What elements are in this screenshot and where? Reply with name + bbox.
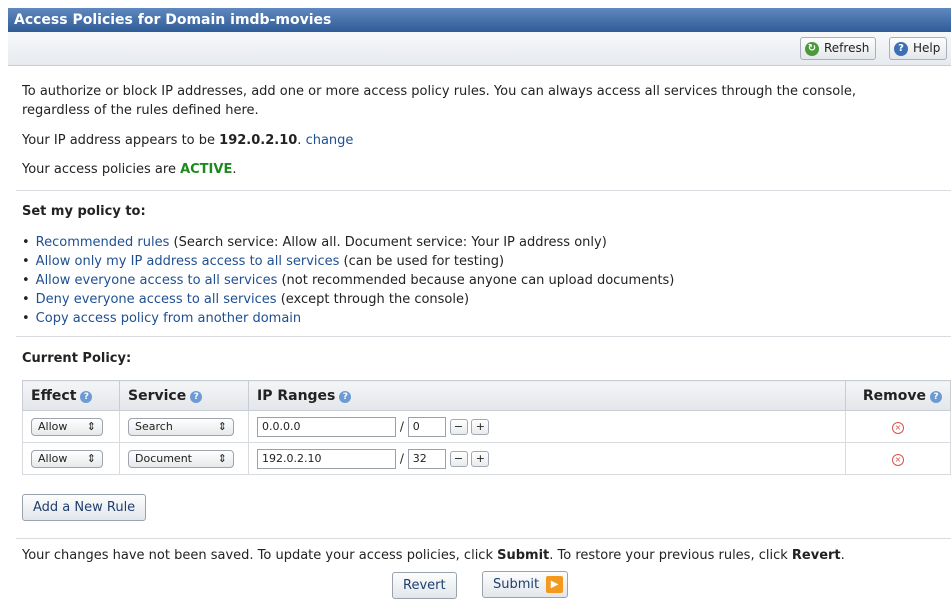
info-icon[interactable]: ?: [80, 390, 93, 403]
note-text: . To restore your previous rules, click: [549, 548, 792, 563]
column-header-ip-ranges: IP Ranges?: [248, 380, 846, 411]
policy-option-link[interactable]: Allow only my IP address access to all s…: [36, 254, 340, 269]
effect-select[interactable]: Allow ⇕: [31, 417, 103, 436]
policy-option-link[interactable]: Allow everyone access to all services: [36, 273, 278, 288]
ip-suffix: .: [297, 133, 302, 148]
submit-button[interactable]: Submit ▶: [482, 571, 569, 598]
increment-button[interactable]: +: [471, 418, 490, 435]
slash-separator: /: [399, 451, 404, 465]
service-select[interactable]: Search ⇕: [128, 417, 234, 436]
ip-address-input[interactable]: 0.0.0.0: [257, 416, 396, 437]
help-label: Help: [913, 41, 941, 55]
select-arrows-icon: ⇕: [86, 452, 96, 465]
effect-select[interactable]: Allow ⇕: [31, 449, 103, 468]
revert-button[interactable]: Revert: [392, 572, 457, 599]
divider: [16, 336, 951, 337]
note-submit-word: Submit: [497, 548, 550, 563]
current-policy-heading: Current Policy:: [22, 351, 132, 366]
refresh-icon: ↻: [805, 41, 819, 56]
remove-icon[interactable]: ×: [892, 454, 904, 466]
ip-line: Your IP address appears to be 192.0.2.10…: [22, 133, 353, 148]
select-arrows-icon: ⇕: [86, 420, 96, 433]
status-suffix: .: [232, 162, 237, 177]
divider: [16, 538, 951, 539]
window-title: Access Policies for Domain imdb-movies: [8, 8, 951, 32]
policy-option-link[interactable]: Deny everyone access to all services: [36, 292, 277, 307]
status-line: Your access policies are ACTIVE.: [22, 162, 236, 177]
divider: [16, 190, 951, 191]
info-icon[interactable]: ?: [339, 390, 352, 403]
increment-button[interactable]: +: [471, 450, 490, 467]
policy-options-heading: Set my policy to:: [22, 204, 146, 219]
decrement-button[interactable]: −: [449, 418, 468, 435]
add-rule-button[interactable]: Add a New Rule: [22, 494, 147, 521]
change-ip-link[interactable]: change: [306, 133, 354, 148]
slash-separator: /: [399, 419, 404, 433]
select-arrows-icon: ⇕: [217, 420, 227, 433]
decrement-button[interactable]: −: [449, 450, 468, 467]
policy-option: Recommended rules (Search service: Allow…: [22, 233, 674, 252]
column-header-service: Service?: [119, 380, 249, 411]
note-revert-word: Revert: [791, 548, 841, 563]
info-icon[interactable]: ?: [190, 390, 203, 403]
note-text: Your changes have not been saved. To upd…: [22, 548, 498, 563]
policy-option: Copy access policy from another domain: [22, 309, 674, 328]
remove-icon[interactable]: ×: [892, 422, 904, 434]
service-select[interactable]: Document ⇕: [128, 449, 234, 468]
refresh-button[interactable]: ↻ Refresh: [800, 37, 877, 60]
prefix-length-input[interactable]: 0: [407, 416, 446, 437]
ip-address: 192.0.2.10: [219, 133, 298, 148]
policy-table: Effect? Service? IP Ranges? Remove? Allo…: [22, 380, 951, 475]
help-icon: ?: [894, 41, 908, 56]
policy-option-note: (can be used for testing): [339, 254, 505, 269]
prefix-length-input[interactable]: 32: [407, 448, 446, 469]
ip-prefix: Your IP address appears to be: [22, 133, 220, 148]
policy-options-list: Recommended rules (Search service: Allow…: [22, 233, 675, 328]
note-text: .: [840, 548, 845, 563]
policy-option-link[interactable]: Recommended rules: [36, 235, 170, 250]
refresh-label: Refresh: [824, 41, 870, 55]
submit-label: Submit: [493, 577, 540, 592]
policy-option: Allow only my IP address access to all s…: [22, 252, 674, 271]
status-badge: ACTIVE: [180, 162, 233, 177]
status-prefix: Your access policies are: [22, 162, 181, 177]
policy-option-note: (not recommended because anyone can uplo…: [277, 273, 675, 288]
policy-option-link[interactable]: Copy access policy from another domain: [36, 311, 302, 326]
arrow-right-icon: ▶: [546, 576, 564, 593]
column-header-remove: Remove?: [845, 380, 951, 411]
content: To authorize or block IP addresses, add …: [8, 66, 951, 604]
column-header-effect: Effect?: [22, 380, 120, 411]
ip-address-input[interactable]: 192.0.2.10: [257, 448, 396, 469]
table-row: Allow ⇕ Document ⇕ 192.0.2.10 / 32 − + ×: [22, 442, 951, 475]
select-arrows-icon: ⇕: [217, 452, 227, 465]
policy-option: Deny everyone access to all services (ex…: [22, 290, 674, 309]
toolbar: ↻ Refresh ? Help: [8, 32, 951, 66]
policy-option-note: (Search service: Allow all. Document ser…: [169, 235, 607, 250]
policy-option: Allow everyone access to all services (n…: [22, 271, 675, 290]
policy-option-note: (except through the console): [276, 292, 470, 307]
table-row: Allow ⇕ Search ⇕ 0.0.0.0 / 0 − + ×: [22, 410, 951, 443]
intro-text: To authorize or block IP addresses, add …: [22, 84, 856, 118]
help-button[interactable]: ? Help: [889, 37, 948, 60]
info-icon[interactable]: ?: [930, 390, 942, 403]
unsaved-changes-note: Your changes have not been saved. To upd…: [22, 548, 845, 563]
